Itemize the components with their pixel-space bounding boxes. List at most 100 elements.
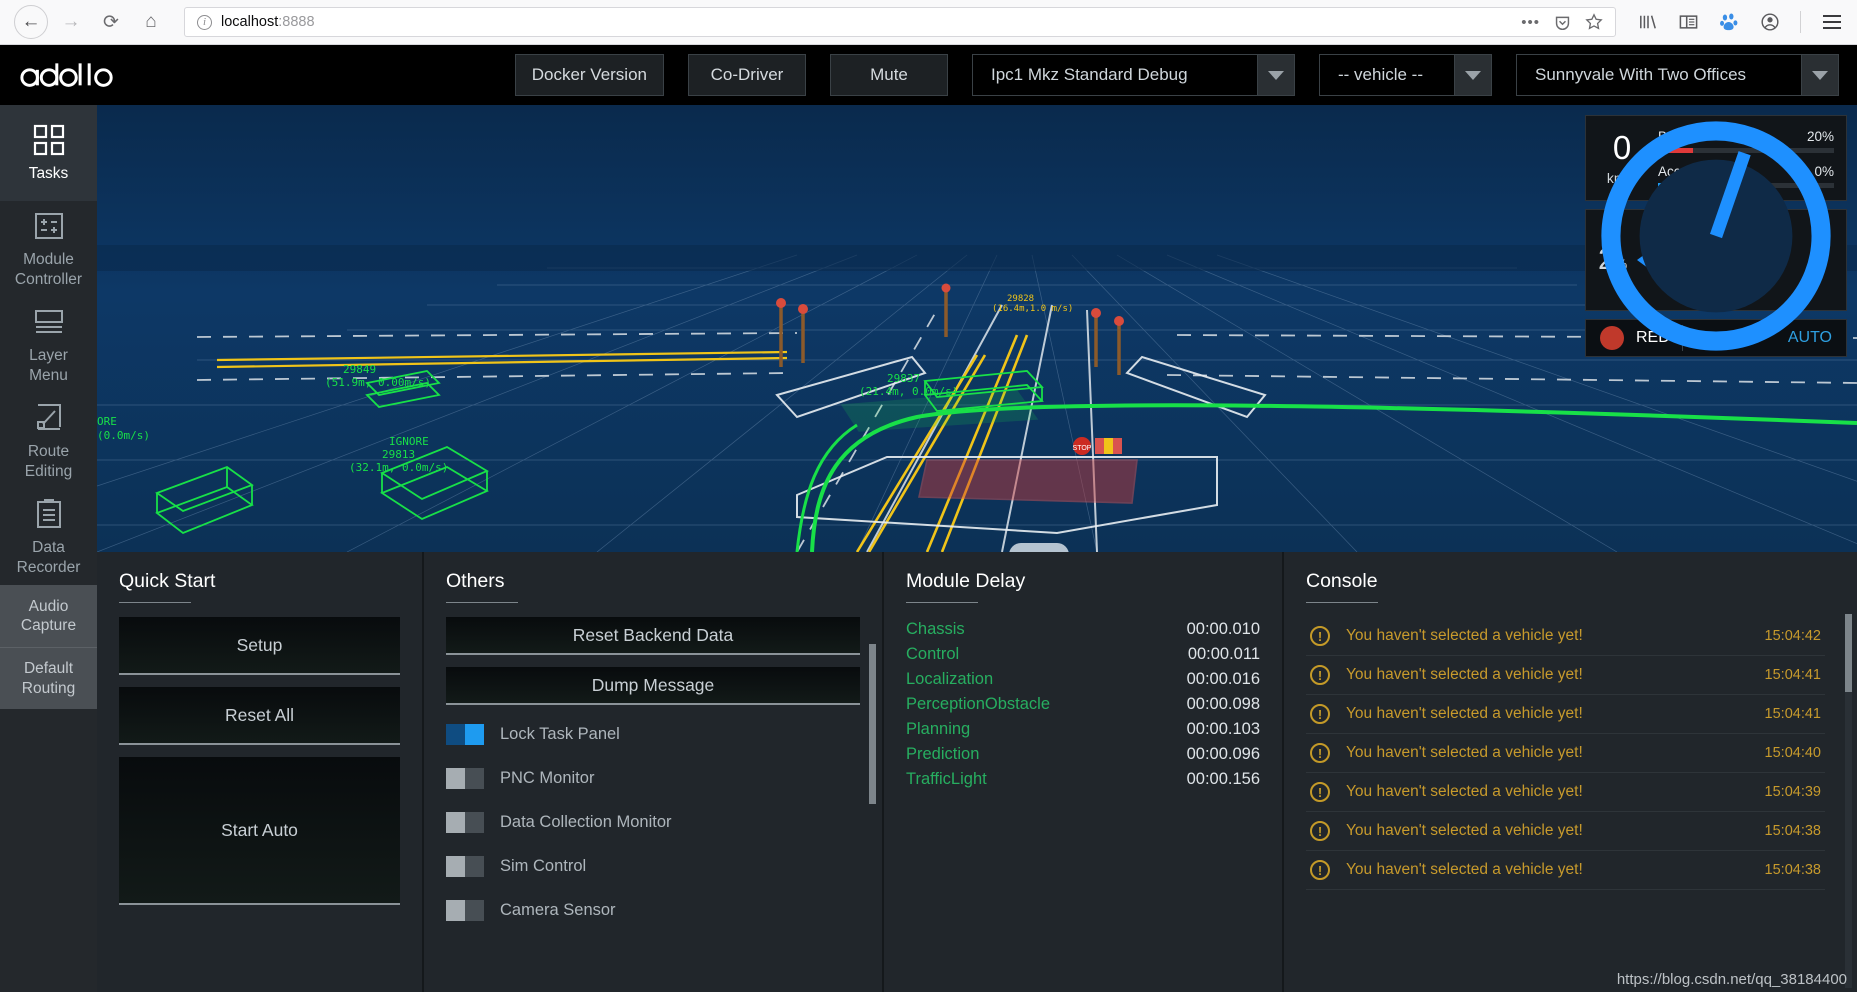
sidebar-item-data-recorder[interactable]: Data Recorder (0, 489, 97, 585)
chevron-down-icon[interactable] (1257, 54, 1295, 96)
svg-text:29828: 29828 (1007, 294, 1034, 304)
console-message: You haven't selected a vehicle yet! (1346, 744, 1583, 761)
stop-sign: STOP (1073, 437, 1122, 455)
module-name: TrafficLight (906, 770, 987, 788)
others-scrollbar[interactable] (869, 644, 876, 804)
console-panel: Console ! You haven't selected a vehicle … (1282, 552, 1857, 992)
controller-icon (34, 213, 63, 240)
hud-overlay: 0 km/h Brake 20% Ac (1585, 115, 1847, 357)
title-underline (1306, 602, 1378, 603)
layers-icon (34, 310, 63, 334)
home-button[interactable]: ⌂ (134, 5, 168, 39)
warning-icon: ! (1310, 860, 1330, 880)
console-timestamp: 15:04:41 (1764, 667, 1821, 683)
panel-title: Module Delay (906, 570, 1026, 592)
chevron-down-icon[interactable] (1454, 54, 1492, 96)
svg-text:IGNORE: IGNORE (389, 435, 429, 448)
console-timestamp: 15:04:39 (1764, 784, 1821, 800)
bookmark-star-icon[interactable] (1585, 13, 1603, 31)
page-actions-icon[interactable]: ••• (1521, 14, 1540, 31)
module-delay-row: Chassis 00:00.010 (906, 617, 1260, 642)
vehicle-select[interactable]: -- vehicle -- (1319, 54, 1492, 96)
url-host: localhost (221, 14, 279, 30)
console-entry: ! You haven't selected a vehicle yet! 15:0… (1306, 656, 1825, 695)
forward-button[interactable]: → (54, 5, 88, 39)
console-scrollbar[interactable] (1845, 614, 1852, 988)
url-port: :8888 (278, 14, 315, 30)
module-name: Control (906, 645, 960, 663)
module-name: Planning (906, 720, 971, 738)
warning-icon: ! (1310, 821, 1330, 841)
left-sidebar: Tasks Module Controller Layer Menu Route… (0, 105, 97, 992)
baidu-paw-icon[interactable] (1719, 12, 1740, 32)
mode-select[interactable]: Ipc1 Mkz Standard Debug (972, 54, 1295, 96)
console-timestamp: 15:04:41 (1764, 706, 1821, 722)
site-info-icon[interactable]: i (197, 14, 212, 30)
toggle-label: Camera Sensor (500, 900, 616, 919)
reload-button[interactable]: ⟳ (94, 5, 128, 39)
svg-text:STOP: STOP (1073, 445, 1092, 452)
setup-button[interactable]: Setup (119, 617, 400, 675)
title-underline (119, 602, 191, 603)
console-timestamp: 15:04:38 (1764, 862, 1821, 878)
warning-icon: ! (1310, 743, 1330, 763)
app-header: Docker Version Co-Driver Mute Ipc1 Mkz S… (0, 45, 1857, 105)
quick-start-panel: Quick Start Setup Reset All Start Auto (97, 552, 422, 992)
panel-title: Quick Start (119, 570, 216, 592)
svg-text:ORE: ORE (97, 415, 117, 428)
ego-vehicle (1009, 543, 1069, 552)
sidebar-item-audio-capture[interactable]: Audio Capture (0, 585, 97, 647)
console-entry: ! You haven't selected a vehicle yet! 15:0… (1306, 734, 1825, 773)
console-scroll-thumb[interactable] (1845, 614, 1852, 692)
toggle-switch[interactable] (446, 855, 484, 877)
chevron-down-icon[interactable] (1801, 54, 1839, 96)
toggle-pnc-monitor[interactable]: PNC Monitor (446, 761, 860, 795)
toggle-label: Data Collection Monitor (500, 812, 672, 831)
warning-icon: ! (1310, 626, 1330, 646)
module-delay-value: 00:00.098 (1186, 695, 1260, 713)
sidebar-item-default-routing[interactable]: Default Routing (0, 647, 97, 709)
toggle-switch[interactable] (446, 811, 484, 833)
console-entry: ! You haven't selected a vehicle yet! 15:0… (1306, 773, 1825, 812)
start-auto-button[interactable]: Start Auto (119, 757, 400, 905)
driving-scene-view[interactable]: 29849 (51.9m, 0.00m/s) IGNORE 29813 (32.1m… (97, 105, 1857, 552)
menu-icon[interactable] (1821, 13, 1843, 31)
toggle-data-collection-monitor[interactable]: Data Collection Monitor (446, 805, 860, 839)
reset-all-button[interactable]: Reset All (119, 687, 400, 745)
svg-text:29813: 29813 (382, 448, 415, 461)
account-icon[interactable] (1760, 12, 1780, 32)
sidebar-icon[interactable] (1678, 13, 1699, 31)
sidebar-item-module-controller[interactable]: Module Controller (0, 201, 97, 297)
toggle-sim-control[interactable]: Sim Control (446, 849, 860, 883)
library-icon[interactable] (1638, 13, 1658, 31)
bottom-panels: Quick Start Setup Reset All Start Auto O… (97, 552, 1857, 992)
reset-backend-data-button[interactable]: Reset Backend Data (446, 617, 860, 655)
toggle-lock-task-panel[interactable]: Lock Task Panel (446, 717, 860, 751)
toggle-switch[interactable] (446, 723, 484, 745)
dump-message-button[interactable]: Dump Message (446, 667, 860, 705)
pocket-icon[interactable] (1554, 14, 1571, 31)
sidebar-item-route-editing[interactable]: Route Editing (0, 393, 97, 489)
toggle-camera-sensor[interactable]: Camera Sensor (446, 893, 860, 927)
toggle-switch[interactable] (446, 767, 484, 789)
console-message: You haven't selected a vehicle yet! (1346, 627, 1583, 644)
toggle-switch[interactable] (446, 899, 484, 921)
title-underline (906, 602, 978, 603)
mute-button[interactable]: Mute (830, 54, 948, 96)
module-delay-value: 00:00.096 (1186, 745, 1260, 763)
sidebar-item-layer-menu[interactable]: Layer Menu (0, 297, 97, 393)
module-delay-value: 00:00.156 (1186, 770, 1260, 788)
module-delay-value: 00:00.010 (1186, 620, 1260, 638)
others-panel: Others Reset Backend Data Dump Message L… (422, 552, 882, 992)
docker-version-button[interactable]: Docker Version (514, 54, 664, 96)
module-delay-row: PerceptionObstacle 00:00.098 (906, 692, 1260, 717)
module-name: Chassis (906, 620, 965, 638)
address-bar[interactable]: i localhost:8888 ••• (184, 7, 1616, 37)
sidebar-item-label: Route Editing (24, 443, 73, 480)
module-delay-panel: Module Delay Chassis 00:00.010 Control 00:0… (882, 552, 1282, 992)
back-button[interactable]: ← (14, 5, 48, 39)
toggle-label: Sim Control (500, 856, 587, 875)
co-driver-button[interactable]: Co-Driver (688, 54, 806, 96)
map-select[interactable]: Sunnyvale With Two Offices (1516, 54, 1839, 96)
sidebar-item-tasks[interactable]: Tasks (0, 105, 97, 201)
